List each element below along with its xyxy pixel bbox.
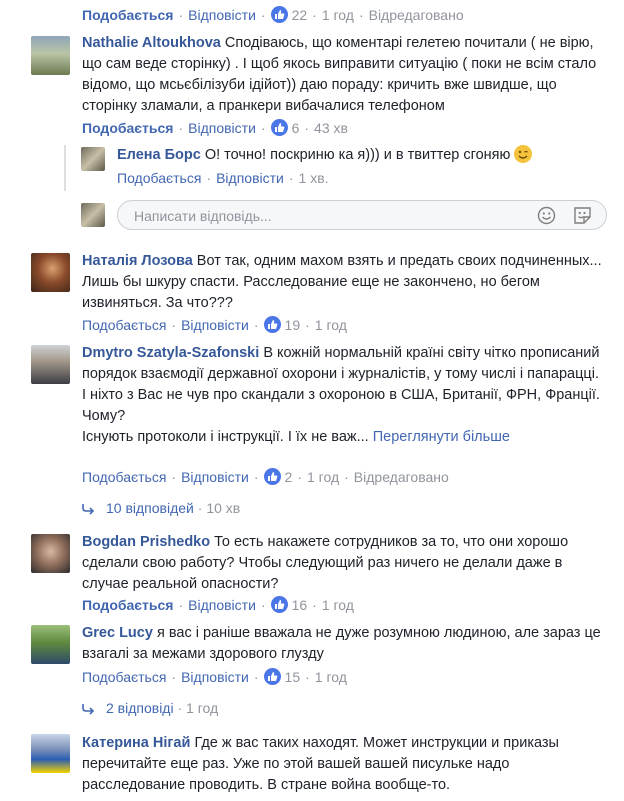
reply-input-box [117,200,607,230]
comment-text: я вас і раніше вважала не дуже розумною … [82,625,601,662]
comment-actions: Подобається · Відповісти · 19 · 1 год [82,316,347,333]
reply-link[interactable]: Відповісти [188,7,256,23]
comment-body: Nathalie Altoukhova Сподіваюсь, що комен… [82,33,602,117]
comment-author[interactable]: Nathalie Altoukhova [82,35,221,51]
like-link[interactable]: Подобається [82,469,166,485]
comment-actions: Подобається · Відповісти · 6 · 43 хв [82,119,348,136]
reply-link[interactable]: Відповісти [216,170,284,186]
comment-actions: Подобається · Відповісти · 16 · 1 год [82,596,354,613]
avatar[interactable] [31,625,70,664]
comment-time[interactable]: 1 год [322,7,354,23]
see-more-link[interactable]: Переглянути більше [373,429,510,445]
comment-author[interactable]: Dmytro Szatyla-Szafonski [82,345,259,361]
reply-link[interactable]: Відповісти [188,120,256,136]
like-count[interactable]: 22 [292,7,308,23]
comment-actions: Подобається · Відповісти · 15 · 1 год [82,668,347,685]
like-count[interactable]: 15 [285,669,301,685]
reply-link[interactable]: Відповісти [181,317,249,333]
reply-text: О! точно! поскриню ка я))) и в твиттер с… [204,147,511,163]
reply-link[interactable]: Відповісти [188,597,256,613]
like-link[interactable]: Подобається [82,669,166,685]
comment-time[interactable]: 1 год [307,469,339,485]
comment-time[interactable]: 1 год [322,597,354,613]
view-replies-link[interactable]: 10 відповідей · 10 хв [82,498,240,518]
replies-time: 10 хв [206,500,241,516]
like-icon [270,6,288,23]
like-link[interactable]: Подобається [117,170,201,186]
like-icon [270,119,288,136]
avatar[interactable] [31,36,70,75]
smile-emoji-icon [514,145,533,163]
comment-time[interactable]: 1 год [315,669,347,685]
comment-time[interactable]: 43 хв [314,120,348,136]
like-link[interactable]: Подобається [82,317,166,333]
reply-input[interactable] [132,207,526,225]
avatar[interactable] [31,734,70,773]
edited-label[interactable]: Відредаговано [354,469,449,485]
sticker-icon[interactable] [573,206,592,228]
comment-text-line: Чому? [82,408,126,424]
like-link[interactable]: Подобається [82,120,173,136]
reply-arrow-icon [82,700,96,720]
comment-actions: Подобається · Відповісти · 2 · 1 год · Відредаго… [82,468,449,485]
comment-body: Bogdan Prishedko То есть накажете сотруд… [82,532,602,595]
like-count[interactable]: 6 [292,120,300,136]
replies-count[interactable]: 10 відповідей [106,500,194,516]
comment-author[interactable]: Наталія Лозова [82,253,193,269]
reply-link[interactable]: Відповісти [181,669,249,685]
like-icon [270,596,288,613]
like-icon [263,316,281,333]
like-count[interactable]: 2 [285,469,293,485]
replies-time: 1 год [186,700,219,716]
comment-body: Катерина Нігай Где ж вас таких находят. … [82,733,602,796]
comment-body: Наталія Лозова Вот так, одним махом взят… [82,251,602,314]
comment-text-line: Існують протоколи і інструкції. І їх не … [82,429,369,445]
comment-actions: Подобається · Відповісти · 22 · 1 год · Відредаг… [82,6,464,23]
avatar[interactable] [81,147,105,171]
like-icon [263,668,281,685]
like-count[interactable]: 19 [285,317,301,333]
comment-author[interactable]: Grec Lucy [82,625,153,641]
comment-time[interactable]: 1 год [315,317,347,333]
reply-author[interactable]: Елена Борс [117,147,201,163]
edited-label[interactable]: Відредаговано [369,7,464,23]
avatar [81,203,105,227]
reply-body: Елена Борс О! точно! поскриню ка я))) и … [117,145,607,166]
like-count[interactable]: 16 [292,597,308,613]
reply-time[interactable]: 1 хв. [299,170,329,186]
reply-link[interactable]: Відповісти [181,469,249,485]
reply-actions: Подобається · Відповісти · 1 хв. [117,170,329,186]
reply-arrow-icon [82,500,96,520]
avatar[interactable] [31,253,70,292]
like-link[interactable]: Подобається [82,7,173,23]
comment-author[interactable]: Bogdan Prishedko [82,534,210,550]
avatar[interactable] [31,345,70,384]
view-replies-link[interactable]: 2 відповіді · 1 год [82,698,218,718]
like-link[interactable]: Подобається [82,597,173,613]
comment-body: Dmytro Szatyla-Szafonski В кожній нормал… [82,343,602,448]
thread-line [64,145,66,191]
comment-body: Grec Lucy я вас і раніше вважала не дуже… [82,623,602,665]
replies-count[interactable]: 2 відповіді [106,700,174,716]
comment-author[interactable]: Катерина Нігай [82,735,190,751]
emoji-icon[interactable] [537,206,556,228]
avatar[interactable] [31,534,70,573]
like-icon [263,468,281,485]
